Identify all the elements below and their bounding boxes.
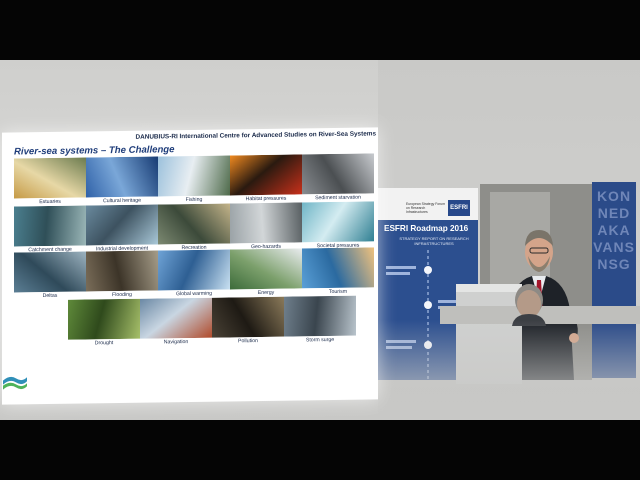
photo-tile (14, 157, 86, 199)
photo-tile (302, 247, 374, 289)
projected-slide: DANUBIUS-RI International Centre for Adv… (2, 127, 378, 405)
photo-tile (86, 156, 158, 198)
letterbox-top (0, 0, 640, 60)
banner-small-text: European Strategy Forum on Research Infr… (406, 202, 446, 214)
photo-tile (230, 248, 302, 290)
tile-label: Deltas (42, 292, 58, 300)
tile-label: Fishing (185, 196, 203, 204)
photo-tile (14, 251, 86, 293)
tile-photo (14, 157, 86, 199)
tile-label: Energy (257, 289, 275, 297)
tile-photo (14, 205, 86, 247)
tile-photo (284, 295, 356, 337)
tile-label: Habitat pressures (245, 195, 287, 203)
tile-photo (302, 153, 374, 195)
photo-tile (86, 250, 158, 292)
tile-photo (230, 154, 302, 196)
tile-label: Global warming (175, 290, 213, 298)
tile-photo (86, 204, 158, 246)
tile-label: Sediment starvation (315, 194, 361, 202)
tile-label: Navigation (163, 339, 189, 346)
tile-photo (86, 156, 158, 198)
tile-photo (140, 297, 212, 339)
tile-label: Tourism (328, 288, 348, 296)
tile-photo (158, 249, 230, 291)
esfri-logo: ESFRI (448, 200, 470, 216)
photo-tile (230, 202, 302, 244)
tile-label: Drought (94, 340, 114, 347)
banner-subtitle: STRATEGY REPORT ON RESEARCH INFRASTRUCTU… (399, 236, 469, 246)
photo-tile (302, 153, 374, 195)
danubius-logo (3, 376, 27, 390)
photo-tile (158, 203, 230, 245)
tile-label: Flooding (112, 291, 132, 299)
tile-label: Cultural heritage (102, 197, 142, 205)
photo-tile (302, 201, 374, 243)
tile-photo (230, 202, 302, 244)
photo-tile (140, 297, 212, 339)
wall-panel-letters: KON NED AKA VANS NSG (593, 188, 635, 272)
photo-tile (212, 296, 284, 338)
photo-tile (158, 249, 230, 291)
photo-tile (86, 204, 158, 246)
tile-photo (158, 155, 230, 197)
photo-tile (158, 155, 230, 197)
photo-tile (14, 205, 86, 247)
photo-tile (230, 154, 302, 196)
tile-photo (158, 203, 230, 245)
tile-photo (14, 251, 86, 293)
slide-header: DANUBIUS-RI International Centre for Adv… (135, 130, 376, 141)
slide-title: River-sea systems – The Challenge (14, 144, 175, 158)
photo-tile (284, 295, 356, 337)
tile-photo (230, 248, 302, 290)
tile-label: Estuaries (39, 198, 61, 206)
tile-photo (302, 201, 374, 243)
photo-tile (68, 298, 140, 340)
conference-scene: European Strategy Forum on Research Infr… (0, 60, 640, 420)
tile-photo (302, 247, 374, 289)
tile-photo (212, 296, 284, 338)
tile-photo (86, 250, 158, 292)
tile-photo (68, 298, 140, 340)
tile-label: Pollution (238, 338, 258, 345)
banner-title: ESFRI Roadmap 2016 (384, 224, 469, 233)
letterbox-bottom (0, 420, 640, 480)
tile-label: Storm surge (305, 336, 335, 344)
